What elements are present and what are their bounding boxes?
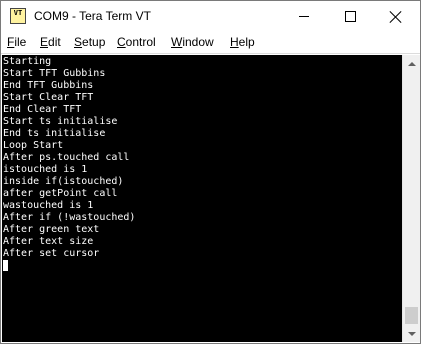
- terminal-line: Start TFT Gubbins: [3, 68, 106, 79]
- close-icon: [390, 11, 402, 23]
- menu-help[interactable]: Help: [230, 35, 255, 49]
- terminal-line: After text size: [3, 236, 94, 247]
- menu-control[interactable]: Control: [117, 35, 156, 49]
- terminal-line: After green text: [3, 224, 100, 235]
- terminal-line: Loop Start: [3, 140, 64, 151]
- terminal-line: After set cursor: [3, 248, 100, 259]
- tera-term-app-icon[interactable]: VT: [10, 8, 26, 24]
- text-cursor: [3, 260, 8, 271]
- maximize-button[interactable]: [327, 1, 373, 32]
- window-title: COM9 - Tera Term VT: [34, 9, 151, 23]
- maximize-icon: [344, 11, 356, 22]
- terminal-line: After ps.touched call: [3, 152, 130, 163]
- vertical-scrollbar[interactable]: [402, 55, 420, 342]
- menu-window[interactable]: Window: [171, 35, 214, 49]
- terminal-line: wastouched is 1: [3, 200, 94, 211]
- tera-term-window: VT COM9 - Tera Term VT File Edit Setup C…: [0, 0, 421, 344]
- menu-bar: File Edit Setup Control Window Help: [1, 32, 420, 54]
- scroll-thumb[interactable]: [405, 307, 418, 324]
- scroll-down-button[interactable]: [403, 325, 420, 342]
- terminal-line: istouched is 1: [3, 164, 88, 175]
- terminal-line: End Clear TFT: [3, 104, 82, 115]
- minimize-icon: [299, 16, 309, 17]
- menu-edit[interactable]: Edit: [40, 35, 61, 49]
- terminal-output[interactable]: Starting Start TFT Gubbins End TFT Gubbi…: [2, 55, 402, 342]
- title-bar[interactable]: VT COM9 - Tera Term VT: [1, 1, 420, 32]
- terminal-line: End ts initialise: [3, 128, 106, 139]
- scroll-up-button[interactable]: [403, 55, 420, 72]
- arrow-down-icon: [407, 331, 416, 336]
- terminal-line: Start Clear TFT: [3, 92, 94, 103]
- terminal-line: Start ts initialise: [3, 116, 118, 127]
- arrow-up-icon: [407, 61, 416, 66]
- close-button[interactable]: [373, 1, 419, 32]
- menu-file[interactable]: File: [7, 35, 26, 49]
- terminal-line: after getPoint call: [3, 188, 118, 199]
- terminal-line: End TFT Gubbins: [3, 80, 94, 91]
- terminal-line: Starting: [3, 56, 52, 67]
- menu-setup[interactable]: Setup: [74, 35, 105, 49]
- terminal-line: inside if(istouched): [3, 176, 124, 187]
- minimize-button[interactable]: [281, 1, 327, 32]
- terminal-line: After if (!wastouched): [3, 212, 136, 223]
